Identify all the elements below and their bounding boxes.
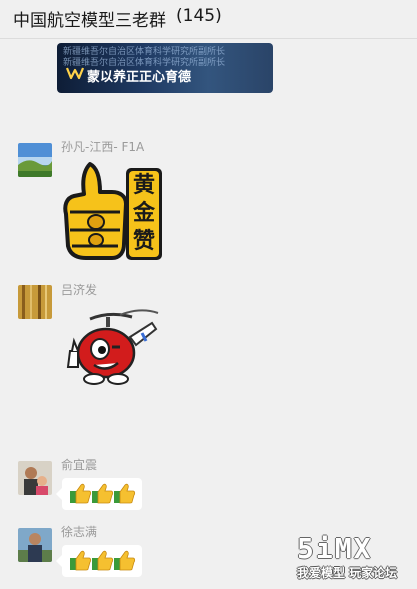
sender-name: 徐志满 xyxy=(61,525,98,539)
watermark-logo: 5iMX xyxy=(297,532,373,565)
sticker-thumbs-up[interactable]: 黄金赞 xyxy=(60,160,165,264)
member-count: (145) xyxy=(176,6,222,26)
sticker-helicopter[interactable] xyxy=(60,307,160,391)
sender-name: 俞宜震 xyxy=(61,458,98,472)
message-bubble[interactable] xyxy=(56,478,142,510)
avatar[interactable] xyxy=(18,461,52,495)
avatar[interactable] xyxy=(18,285,52,319)
sender-name: 孙凡-江西- F1A xyxy=(61,140,145,154)
thumbs-up-emoji-icon xyxy=(70,550,136,571)
avatar[interactable] xyxy=(18,528,52,562)
site-watermark: 5iMX 我爱模型 玩家论坛 xyxy=(297,534,397,581)
sender-name: 吕济发 xyxy=(61,283,98,297)
chat-header: 中国航空模型三老群 (145) xyxy=(0,0,417,39)
watermark-tagline: 我爱模型 玩家论坛 xyxy=(297,566,398,580)
wave-logo-icon xyxy=(66,67,84,80)
avatar[interactable] xyxy=(18,143,52,177)
image-message[interactable]: 新疆维吾尔自治区体育科学研究所副所长 新疆维吾尔自治区体育科学研究所副所长 蒙以… xyxy=(57,43,273,93)
chat-title[interactable]: 中国航空模型三老群 xyxy=(13,6,166,31)
sticker-caption: 黄金赞 xyxy=(132,173,155,254)
banner-motto: 蒙以养正正心育德 xyxy=(87,70,192,85)
thumbs-up-emoji-icon xyxy=(70,483,136,504)
message-bubble[interactable] xyxy=(56,545,142,577)
